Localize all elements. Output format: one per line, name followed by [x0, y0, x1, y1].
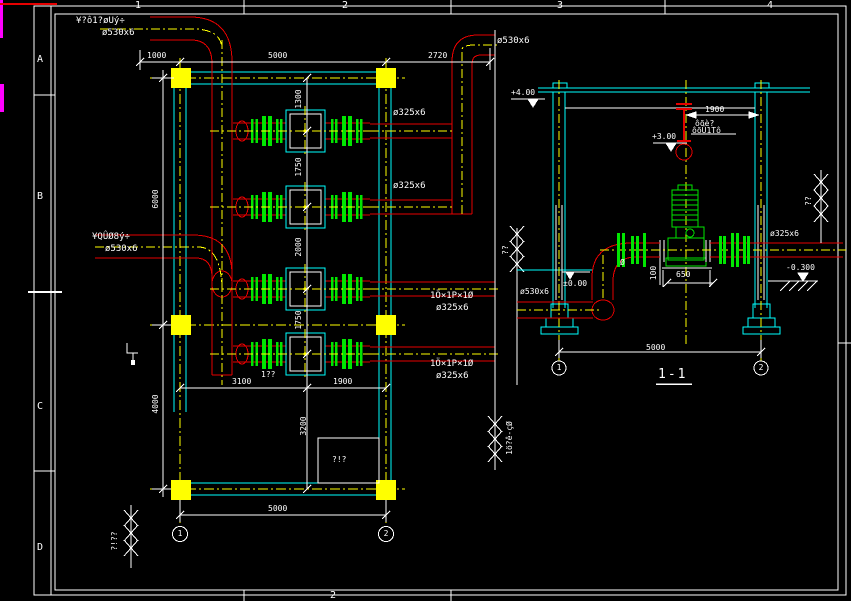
plan-label-disch4-2: ø325x6 — [436, 371, 469, 381]
dim-650: 650 — [676, 270, 691, 279]
plan-sump-label: ?!? — [332, 455, 347, 464]
plan-note-small: 1?? — [261, 370, 276, 379]
dim-5000-top: 5000 — [268, 51, 288, 60]
dim-1900-plan: 1900 — [333, 377, 353, 386]
dim-4000: 4000 — [151, 394, 160, 414]
hoist-label-2: ôõÜ1Tô — [692, 126, 721, 135]
section-structure — [517, 80, 810, 362]
section-hoist — [675, 103, 693, 161]
dim-1750-a: 1750 — [294, 157, 303, 177]
dim-5000-section: 5000 — [646, 343, 666, 352]
section-phi-note: Ø — [620, 258, 625, 267]
plan-label-branch2: ø325x6 — [393, 181, 426, 191]
plan-label-topright: ø530x6 — [497, 36, 530, 46]
zone-number-1: 1 — [135, 0, 142, 11]
elev-floor: ±0.00 — [563, 279, 588, 288]
plan-label-disch3-1: 1Ö×1P×1Ø — [430, 291, 474, 301]
plan-pump-rows — [209, 105, 371, 380]
dim-1300: 1300 — [294, 89, 303, 109]
dim-5000-bottom: 5000 — [268, 504, 288, 513]
zone-number-bottom: 2 — [330, 590, 337, 601]
zone-number-2: 2 — [342, 0, 349, 11]
dim-1750-b: 1750 — [294, 310, 303, 330]
zone-number-4: 4 — [767, 0, 774, 11]
dim-1900-section: 1900 — [705, 105, 725, 114]
elev-roof: +4.00 — [511, 88, 536, 97]
section-title: 1-1 — [658, 367, 688, 382]
dim-1000: 1000 — [147, 51, 167, 60]
section-dimensions — [511, 98, 769, 385]
dim-6000: 6000 — [151, 189, 160, 209]
dim-2000: 2000 — [294, 237, 303, 257]
plan-label-disch3-2: ø325x6 — [436, 303, 469, 313]
plan-label-midleft-2: ø530x6 — [105, 244, 138, 254]
zone-letter-a: A — [37, 54, 44, 65]
plan-label-disch4-1: 1Ö×1P×1Ø — [430, 359, 474, 369]
section-grid-bubble-2: 2 — [758, 363, 764, 372]
plan-break-note-right: 1ö?ê-çØ — [505, 421, 514, 455]
plan-label-topleft-1: ¥?ô1?øUý÷ — [76, 16, 125, 26]
zone-letter-b: B — [37, 191, 44, 202]
plan-label-branch1: ø325x6 — [393, 108, 426, 118]
zone-letter-c: C — [37, 401, 44, 412]
section-grid-bubble-1: 1 — [556, 363, 562, 372]
section-pipe-label-right: ø325x6 — [770, 229, 799, 238]
plan-grid-bubble-1: 1 — [177, 529, 183, 538]
dim-2720: 2720 — [428, 51, 448, 60]
cad-drawing-canvas[interactable]: 1 2 3 4 2 A B C D ¥?ô1?øUý÷ ø530x6 ¥QÛØ8… — [0, 0, 851, 601]
drawing-linework — [0, 0, 851, 601]
zone-number-3: 3 — [557, 0, 564, 11]
section-break-note-right: ?? — [804, 196, 813, 206]
section-pipe-label-left: ø530x6 — [520, 287, 549, 296]
plan-grid-bubble-2: 2 — [383, 529, 389, 538]
dim-100: 100 — [649, 265, 658, 281]
plan-break-note-bottomleft: ?!?? — [110, 531, 119, 551]
plan-label-topleft-2: ø530x6 — [102, 28, 135, 38]
elev-hook: +3.00 — [652, 132, 677, 141]
section-break-note-left: ?? — [501, 245, 510, 255]
plan-label-midleft-1: ¥QÛØ8ý÷ — [92, 232, 130, 242]
dim-3200: 3200 — [299, 416, 308, 436]
dim-3100: 3100 — [232, 377, 252, 386]
zone-letter-d: D — [37, 542, 44, 553]
elev-ground: -0.300 — [786, 263, 815, 272]
